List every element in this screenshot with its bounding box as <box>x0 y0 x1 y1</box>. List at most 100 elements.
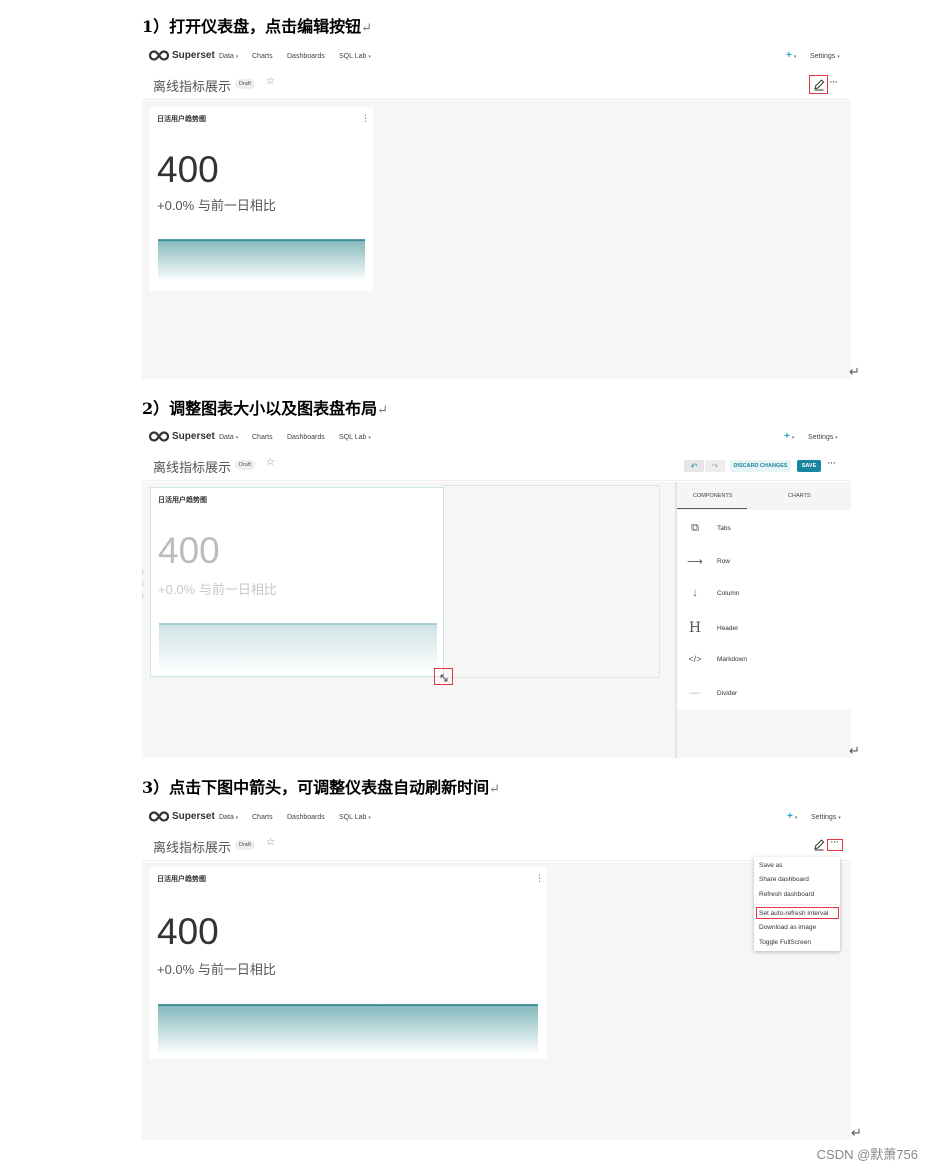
highlight-box-resize <box>434 668 453 685</box>
trendline-area <box>158 1005 538 1053</box>
component-column[interactable]: ↓ Column <box>685 587 739 599</box>
chevron-down-icon: ▾ <box>794 815 798 821</box>
highlight-box-auto-refresh <box>756 907 839 919</box>
star-icon[interactable]: ☆ <box>266 837 275 848</box>
highlight-box-more <box>827 839 843 851</box>
big-number: 400 <box>157 149 219 190</box>
menu-item-save-as[interactable]: Save as <box>759 862 783 869</box>
more-options-icon[interactable]: ··· <box>829 76 838 88</box>
superset-logo[interactable]: Superset <box>149 50 215 61</box>
menu-item-toggle-fullscreen[interactable]: Toggle FullScreen <box>759 939 811 946</box>
dashboard-title[interactable]: 离线指标展示 <box>153 837 231 856</box>
trendline-area <box>159 624 437 672</box>
settings-menu[interactable]: Settings ▾ <box>811 814 841 821</box>
nav-data[interactable]: Data ▾ <box>219 434 238 441</box>
comparison-text: +0.0% 与前一日相比 <box>157 198 276 213</box>
nav-dashboards[interactable]: Dashboards <box>287 814 325 821</box>
arrow-right-icon: ⟶ <box>687 556 703 568</box>
component-header[interactable]: H Header <box>685 620 738 636</box>
divider-line-icon: — <box>689 687 701 699</box>
component-tabs[interactable]: ⧉ Tabs <box>685 522 731 535</box>
nav-dashboards[interactable]: Dashboards <box>287 53 325 60</box>
screenshot-step-2: Superset Data ▾ Charts Dashboards SQL Lab… <box>142 427 851 758</box>
nav-charts[interactable]: Charts <box>252 814 273 821</box>
trendline-chart <box>159 623 437 672</box>
trendline-chart <box>158 239 365 280</box>
infinity-logo-icon <box>149 50 169 61</box>
menu-item-share-dashboard[interactable]: Share dashboard <box>759 876 809 883</box>
nav-sql-lab[interactable]: SQL Lab ▾ <box>339 53 371 60</box>
add-new-button[interactable]: + ▾ <box>787 811 797 822</box>
dashboard-header: 离线指标展示 Draft ☆ ··· <box>142 831 851 861</box>
settings-menu[interactable]: Settings ▾ <box>810 53 840 60</box>
dashboard-title[interactable]: 离线指标展示 <box>153 457 231 476</box>
watermark: CSDN @默萧756 <box>816 1147 918 1162</box>
chevron-down-icon: ▾ <box>235 435 239 441</box>
tabs-icon: ⧉ <box>691 522 699 534</box>
dashboard-canvas: 日活用户趋势图 ⋮ 400 +0.0% 与前一日相比 <box>142 862 851 1140</box>
trendline-chart <box>158 1004 538 1053</box>
discard-changes-button[interactable]: DISCARD CHANGES <box>730 460 791 472</box>
chevron-down-icon: ▾ <box>368 815 371 821</box>
nav-charts[interactable]: Charts <box>252 434 273 441</box>
chevron-down-icon: ▾ <box>235 54 239 60</box>
superset-logo[interactable]: Superset <box>149 811 215 822</box>
add-new-button[interactable]: + ▾ <box>784 431 794 442</box>
header-h-icon: H <box>688 620 702 636</box>
top-nav: Superset Data ▾ Charts Dashboards SQL Lab… <box>142 46 851 70</box>
menu-item-refresh-dashboard[interactable]: Refresh dashboard <box>759 891 814 898</box>
add-new-button[interactable]: + ▾ <box>786 50 796 61</box>
step-1-title: 1）打开仪表盘，点击编辑按钮↵ <box>142 17 373 36</box>
redo-button[interactable]: ↷ <box>705 460 725 472</box>
component-markdown[interactable]: </> Markdown <box>685 654 747 664</box>
panel-footer <box>677 710 851 758</box>
chart-card[interactable]: 日活用户趋势图 ⋮ 400 +0.0% 与前一日相比 <box>150 107 373 291</box>
more-options-icon[interactable]: ··· <box>827 457 836 469</box>
draft-badge: Draft <box>235 460 255 470</box>
star-icon[interactable]: ☆ <box>266 457 275 468</box>
kebab-menu-icon[interactable]: ⋮ <box>535 873 544 884</box>
infinity-logo-icon <box>149 431 169 442</box>
draft-badge: Draft <box>235 840 255 850</box>
nav-data[interactable]: Data ▾ <box>219 53 238 60</box>
nav-data[interactable]: Data ▾ <box>219 814 238 821</box>
undo-button[interactable]: ↶ <box>684 460 704 472</box>
pencil-icon[interactable] <box>812 838 826 852</box>
component-row[interactable]: ⟶ Row <box>685 555 730 568</box>
component-divider[interactable]: — Divider <box>685 687 738 699</box>
infinity-logo-icon <box>149 811 169 822</box>
highlight-box-edit <box>809 75 828 94</box>
nav-charts[interactable]: Charts <box>252 53 273 60</box>
nav-dashboards[interactable]: Dashboards <box>287 434 325 441</box>
chart-title: 日活用户趋势图 <box>157 876 206 883</box>
nav-sql-lab[interactable]: SQL Lab ▾ <box>339 814 371 821</box>
screenshot-step-3: Superset Data ▾ Charts Dashboards SQL Lab… <box>142 807 851 1140</box>
kebab-menu-icon[interactable]: ⋮ <box>361 113 370 124</box>
draft-badge: Draft <box>235 79 255 89</box>
dashboard-title[interactable]: 离线指标展示 <box>153 76 231 95</box>
return-mark: ↵ <box>849 744 860 759</box>
menu-item-download-image[interactable]: Download as image <box>759 924 816 931</box>
nav-sql-lab[interactable]: SQL Lab ▾ <box>339 434 371 441</box>
chevron-down-icon: ▾ <box>368 54 371 60</box>
chevron-down-icon: ▾ <box>368 435 371 441</box>
star-icon[interactable]: ☆ <box>266 76 275 87</box>
save-button[interactable]: SAVE <box>797 460 821 472</box>
comparison-text: +0.0% 与前一日相比 <box>157 962 276 977</box>
menu-divider <box>754 904 840 905</box>
tab-charts[interactable]: CHARTS <box>788 493 811 499</box>
chart-card-resizing[interactable]: 日活用户趋势图 400 +0.0% 与前一日相比 <box>150 487 444 677</box>
settings-menu[interactable]: Settings ▾ <box>808 434 838 441</box>
tab-components[interactable]: COMPONENTS <box>693 493 732 499</box>
brand-name: Superset <box>172 811 215 822</box>
chevron-down-icon: ▾ <box>838 815 841 821</box>
active-tab-indicator <box>677 508 747 509</box>
superset-logo[interactable]: Superset <box>149 431 215 442</box>
drag-handle-icon[interactable]: ⁞ ⁞ ⁞ <box>142 567 144 603</box>
step-2-title: 2）调整图表大小以及图表盘布局↵ <box>142 399 389 418</box>
chart-card[interactable]: 日活用户趋势图 ⋮ 400 +0.0% 与前一日相比 <box>150 867 547 1059</box>
return-mark: ↵ <box>851 1126 862 1141</box>
dashboard-header: 离线指标展示 Draft ☆ ··· <box>142 70 851 100</box>
top-nav: Superset Data ▾ Charts Dashboards SQL Lab… <box>142 427 851 451</box>
components-panel: COMPONENTS CHARTS ⧉ Tabs ⟶ Row ↓ Column H He… <box>675 482 851 758</box>
